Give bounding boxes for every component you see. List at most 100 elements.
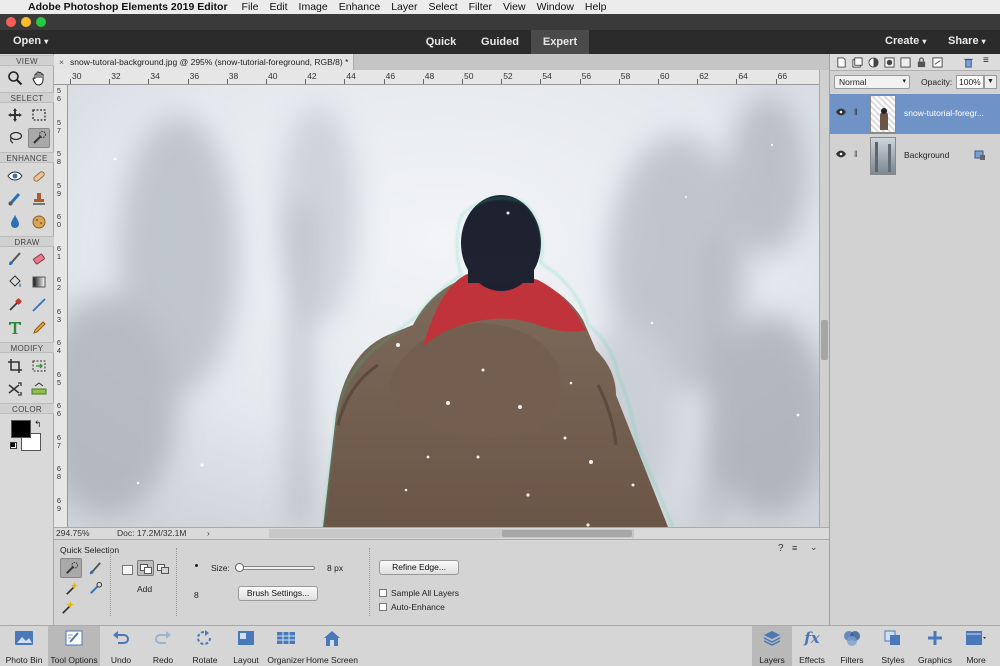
- zoom-window-button[interactable]: [36, 17, 46, 27]
- chevron-right-icon[interactable]: ›: [207, 528, 210, 539]
- close-window-button[interactable]: [6, 17, 16, 27]
- image-canvas[interactable]: [68, 85, 819, 527]
- add-to-selection-button[interactable]: [137, 560, 154, 576]
- menu-view[interactable]: View: [503, 1, 526, 13]
- horizontal-scroll-thumb[interactable]: [502, 530, 632, 537]
- blur-tool[interactable]: [4, 212, 26, 232]
- brush-settings-button[interactable]: Brush Settings...: [238, 586, 318, 601]
- lock-transparent-icon[interactable]: [900, 57, 911, 68]
- help-icon[interactable]: ?: [778, 543, 784, 554]
- link-layers-icon[interactable]: [932, 57, 943, 68]
- more-button[interactable]: More: [956, 626, 996, 666]
- trash-icon[interactable]: [963, 57, 974, 68]
- zoom-tool[interactable]: [4, 68, 26, 88]
- menu-filter[interactable]: Filter: [469, 1, 492, 13]
- home-screen-button[interactable]: Home Screen: [306, 626, 358, 666]
- minimize-window-button[interactable]: [21, 17, 31, 27]
- layer-mask-icon[interactable]: [884, 57, 895, 68]
- rotate-button[interactable]: Rotate: [184, 626, 226, 666]
- auto-enhance-checkbox[interactable]: [379, 603, 387, 611]
- straighten-tool[interactable]: [28, 379, 50, 399]
- move-tool[interactable]: [4, 105, 26, 125]
- sponge-tool[interactable]: [28, 212, 50, 232]
- blend-mode-select[interactable]: Normal ▾: [834, 75, 910, 89]
- link-icon[interactable]: ǁ: [854, 149, 858, 159]
- smart-brush-tool[interactable]: [4, 189, 26, 209]
- quick-selection-tool[interactable]: [28, 128, 50, 148]
- pencil-tool[interactable]: [28, 318, 50, 338]
- horizontal-scrollbar[interactable]: [269, 529, 634, 538]
- layer-name[interactable]: snow-tutorial-foregr...: [904, 108, 992, 118]
- eye-visibility-icon[interactable]: [836, 108, 846, 116]
- menu-edit[interactable]: Edit: [269, 1, 287, 13]
- effects-button[interactable]: fx Effects: [792, 626, 832, 666]
- eyedropper-tool[interactable]: [4, 295, 26, 315]
- link-icon[interactable]: ǁ: [854, 107, 858, 117]
- panel-menu-icon[interactable]: ≡: [983, 55, 989, 66]
- red-eye-tool[interactable]: [4, 166, 26, 186]
- menu-select[interactable]: Select: [428, 1, 457, 13]
- app-name-menu[interactable]: Adobe Photoshop Elements 2019 Editor: [28, 1, 228, 13]
- layer-row-foreground[interactable]: ǁ snow-tutorial-foregr...: [830, 94, 1000, 134]
- close-icon[interactable]: ×: [59, 54, 64, 70]
- quick-selection-mode[interactable]: [60, 558, 82, 578]
- refine-selection-brush-mode[interactable]: [84, 578, 106, 598]
- magic-wand-mode[interactable]: [60, 578, 82, 598]
- open-button[interactable]: Open ▾: [13, 35, 48, 47]
- line-tool[interactable]: [28, 295, 50, 315]
- default-colors-icon[interactable]: [10, 442, 17, 449]
- vertical-scrollbar[interactable]: [819, 70, 829, 527]
- create-button[interactable]: Create ▾: [885, 35, 926, 47]
- zoom-level[interactable]: 294.75%: [56, 528, 90, 539]
- brush-tool[interactable]: [4, 249, 26, 269]
- share-button[interactable]: Share ▾: [948, 35, 986, 47]
- menu-file[interactable]: File: [242, 1, 259, 13]
- marquee-tool[interactable]: [28, 105, 50, 125]
- menu-layer[interactable]: Layer: [391, 1, 417, 13]
- crop-tool[interactable]: [4, 356, 26, 376]
- new-layer-icon[interactable]: [836, 57, 847, 68]
- spot-healing-tool[interactable]: [28, 166, 50, 186]
- refine-edge-button[interactable]: Refine Edge...: [379, 560, 459, 575]
- tab-guided[interactable]: Guided: [476, 30, 524, 54]
- hand-tool[interactable]: [28, 68, 50, 88]
- layout-button[interactable]: Layout: [226, 626, 266, 666]
- new-selection-icon[interactable]: [122, 565, 133, 575]
- clone-stamp-tool[interactable]: [28, 189, 50, 209]
- paint-bucket-tool[interactable]: [4, 272, 26, 292]
- graphics-button[interactable]: Graphics: [914, 626, 956, 666]
- panel-menu-icon[interactable]: ≡: [792, 543, 797, 553]
- magic-wand-mode-2[interactable]: [60, 600, 75, 615]
- tool-options-button[interactable]: Tool Options: [48, 626, 100, 666]
- tab-expert[interactable]: Expert: [531, 30, 589, 54]
- selection-brush-mode[interactable]: [84, 558, 106, 578]
- swap-colors-icon[interactable]: ↰: [34, 419, 42, 430]
- photo-bin-button[interactable]: Photo Bin: [0, 626, 48, 666]
- recompose-tool[interactable]: [28, 356, 50, 376]
- filters-button[interactable]: Filters: [832, 626, 872, 666]
- layer-row-background[interactable]: ǁ Background: [830, 136, 1000, 176]
- document-tab[interactable]: × snow-tutoral-background.jpg @ 295% (sn…: [54, 54, 354, 70]
- organizer-button[interactable]: Organizer: [266, 626, 306, 666]
- menu-image[interactable]: Image: [299, 1, 328, 13]
- gradient-tool[interactable]: [28, 272, 50, 292]
- menu-help[interactable]: Help: [585, 1, 607, 13]
- subtract-from-selection-icon[interactable]: [157, 564, 169, 575]
- content-aware-move-tool[interactable]: [4, 379, 26, 399]
- styles-button[interactable]: Styles: [872, 626, 914, 666]
- eraser-tool[interactable]: [28, 249, 50, 269]
- foreground-color-swatch[interactable]: [11, 420, 31, 438]
- opacity-dropdown-button[interactable]: ▼: [984, 75, 997, 89]
- undo-button[interactable]: Undo: [100, 626, 142, 666]
- opacity-input[interactable]: 100%: [956, 75, 984, 89]
- size-slider-knob[interactable]: [235, 563, 245, 572]
- lock-all-icon[interactable]: [916, 57, 927, 68]
- chevron-down-icon[interactable]: ⌄: [810, 542, 818, 553]
- menu-enhance[interactable]: Enhance: [339, 1, 380, 13]
- redo-button[interactable]: Redo: [142, 626, 184, 666]
- size-slider[interactable]: [235, 563, 315, 572]
- sample-all-layers-checkbox[interactable]: [379, 589, 387, 597]
- menu-window[interactable]: Window: [537, 1, 574, 13]
- new-group-icon[interactable]: [852, 57, 863, 68]
- vertical-scroll-thumb[interactable]: [821, 320, 828, 360]
